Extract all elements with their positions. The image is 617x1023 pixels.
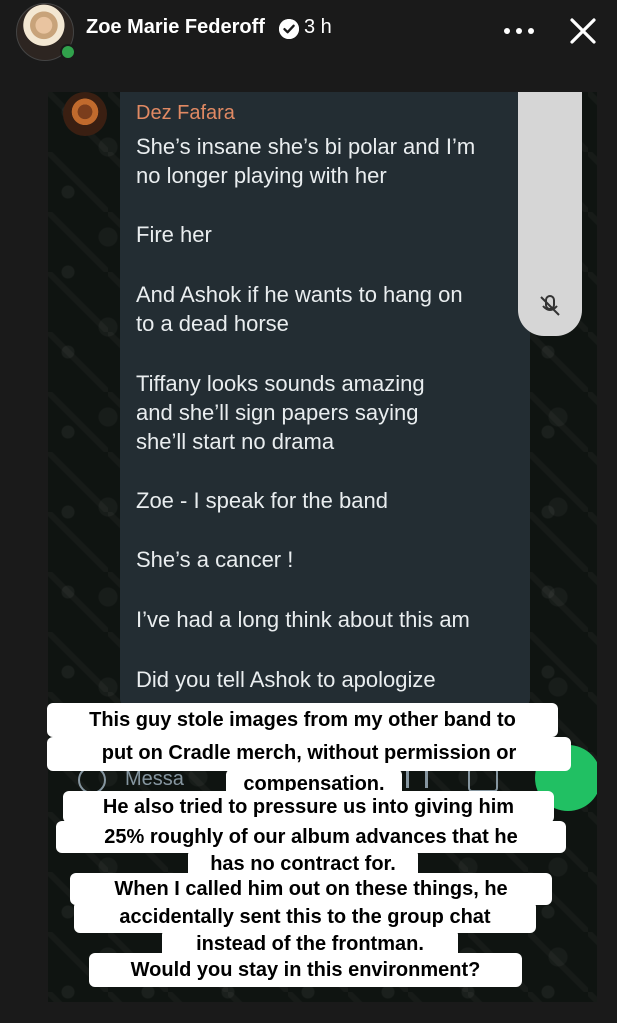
post-time: 3 h <box>304 16 332 38</box>
more-icon[interactable] <box>504 24 538 38</box>
message-line: Fire her <box>136 222 212 247</box>
story-header: Zoe Marie Federoff 3 h <box>0 0 617 70</box>
caption-overlay: This guy stole images from my other band… <box>0 703 617 993</box>
caption-line: put on Cradle merch, without permission … <box>47 737 571 771</box>
message-line: Did you tell Ashok to apologize <box>136 667 436 692</box>
caption-line: This guy stole images from my other band… <box>47 703 558 737</box>
caption-line: He also tried to pressure us into giving… <box>63 791 554 823</box>
muted-mic-icon <box>536 292 564 320</box>
online-status-dot <box>60 44 76 60</box>
message-line: Zoe - I speak for the band <box>136 488 388 513</box>
message-line: And Ashok if he wants to hang on to a de… <box>136 282 463 336</box>
message-line: Tiffany looks sounds amazing and she’ll … <box>136 371 425 454</box>
sender-name: Dez Fafara <box>136 102 235 124</box>
sender-avatar <box>63 92 107 136</box>
caption-line: Would you stay in this environment? <box>89 953 522 987</box>
author-name[interactable]: Zoe Marie Federoff <box>86 16 265 39</box>
message-line: I’ve had a long think about this am <box>136 607 470 632</box>
verified-badge-icon <box>279 19 299 39</box>
message-line: She’s insane she’s bi polar and I’m no l… <box>136 134 476 188</box>
message-line: She’s a cancer ! <box>136 547 294 572</box>
close-icon[interactable] <box>566 14 600 48</box>
